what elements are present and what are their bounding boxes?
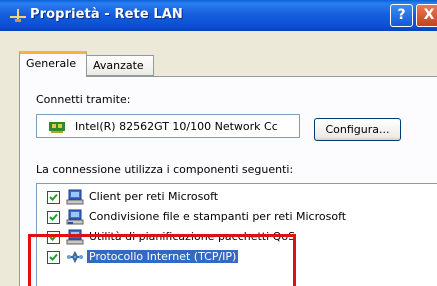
list-item-label: Utilità di pianificazione pacchetti QoS <box>89 230 296 243</box>
configure-button-label: Configura... <box>325 123 390 136</box>
tab-avanzate[interactable]: Avanzate <box>87 55 154 76</box>
checkmark-icon <box>49 193 58 201</box>
list-item[interactable]: Condivisione file e stampanti per reti M… <box>37 207 437 227</box>
qos-scheduler-icon <box>66 229 84 245</box>
title-bar: Proprietà - Rete LAN ? X <box>0 0 437 31</box>
configure-button[interactable]: Configura... <box>314 118 401 141</box>
adapter-name: Intel(R) 82562GT 10/100 Network Cc <box>75 120 278 133</box>
adapter-field: Intel(R) 82562GT 10/100 Network Cc <box>36 114 300 138</box>
help-button[interactable]: ? <box>390 4 413 27</box>
checkmark-icon <box>49 233 58 241</box>
list-item-label: Protocollo Internet (TCP/IP) <box>87 250 239 263</box>
connect-using-label: Connetti tramite: <box>36 93 131 106</box>
components-list[interactable]: Client per reti Microsoft Condivisione f… <box>36 183 437 286</box>
file-printer-sharing-icon <box>66 209 84 225</box>
components-label: La connessione utilizza i componenti seg… <box>36 163 294 176</box>
list-item[interactable]: Client per reti Microsoft <box>37 187 437 207</box>
network-client-icon <box>66 189 84 205</box>
checkbox[interactable] <box>47 251 60 264</box>
network-card-icon <box>49 122 65 133</box>
checkmark-icon <box>49 213 58 221</box>
protocol-icon <box>67 250 83 264</box>
list-item[interactable]: Protocollo Internet (TCP/IP) <box>37 247 437 267</box>
list-item-label: Client per reti Microsoft <box>89 190 219 203</box>
list-item[interactable]: Utilità di pianificazione pacchetti QoS <box>37 227 437 247</box>
window-title: Proprietà - Rete LAN <box>30 7 183 22</box>
list-item-label: Condivisione file e stampanti per reti M… <box>89 210 347 223</box>
checkmark-icon <box>49 253 58 261</box>
checkbox[interactable] <box>47 211 60 224</box>
checkbox[interactable] <box>47 231 60 244</box>
checkbox[interactable] <box>47 191 60 204</box>
tab-generale[interactable]: Generale <box>19 51 87 77</box>
network-connection-icon <box>10 9 26 22</box>
close-button[interactable]: X <box>416 4 437 27</box>
